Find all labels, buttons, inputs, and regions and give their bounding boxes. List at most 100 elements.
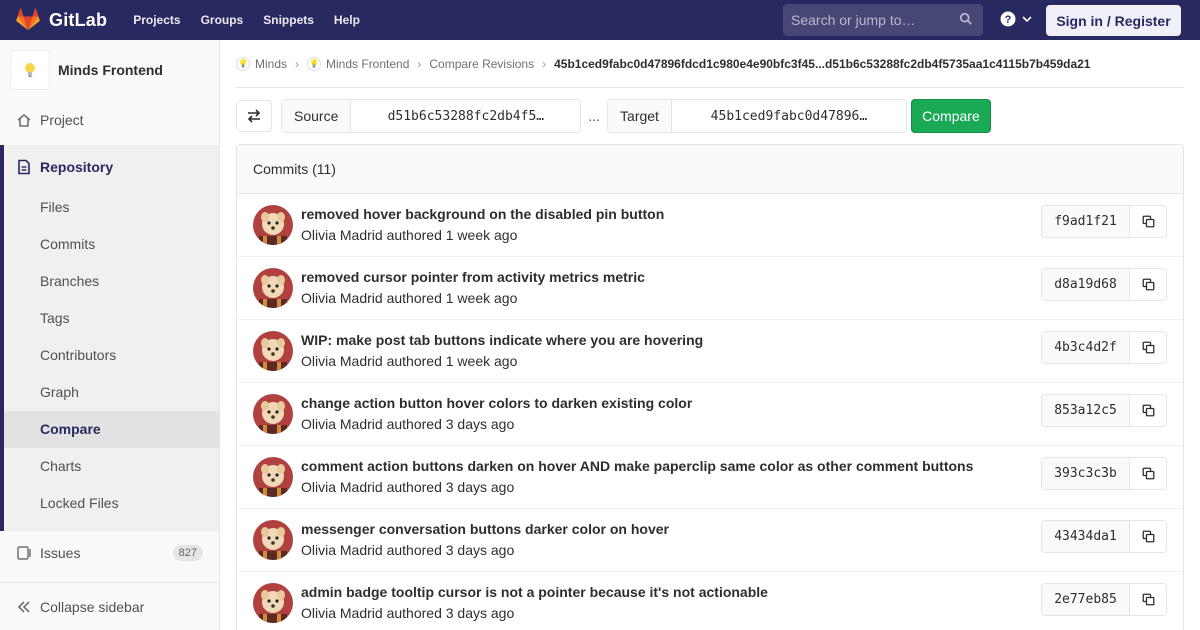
author-avatar[interactable] <box>253 205 293 245</box>
target-ref-input[interactable]: 45b1ced9fabc0d47896… <box>671 100 906 132</box>
source-ref-input[interactable]: d51b6c53288fc2db4f5… <box>351 100 581 132</box>
commit-sha-group: 393c3c3b <box>1041 457 1167 490</box>
copy-sha-button[interactable] <box>1130 206 1166 237</box>
commit-row: WIP: make post tab buttons indicate wher… <box>237 320 1183 383</box>
author-avatar[interactable] <box>253 583 293 623</box>
copy-sha-button[interactable] <box>1130 332 1166 363</box>
commit-sha-link[interactable]: d8a19d68 <box>1042 269 1130 300</box>
search-placeholder: Search or jump to… <box>791 12 916 28</box>
nav-link-snippets[interactable]: Snippets <box>253 0 324 40</box>
commit-author[interactable]: Olivia Madrid <box>301 416 383 432</box>
commit-list: removed hover background on the disabled… <box>237 194 1183 630</box>
commit-time: authored 3 days ago <box>386 416 515 432</box>
swap-arrows-icon <box>247 109 261 123</box>
sidebar-project-header[interactable]: Minds Frontend <box>0 40 219 100</box>
nav-link-groups[interactable]: Groups <box>191 0 254 40</box>
commit-title[interactable]: removed hover background on the disabled… <box>301 206 664 222</box>
breadcrumb-current[interactable]: 45b1ced9fabc0d47896fdcd1c980e4e90bfc3f45… <box>554 57 1090 71</box>
copy-icon <box>1142 404 1154 417</box>
swap-revisions-button[interactable] <box>236 100 272 132</box>
group-avatar-icon: 💡 <box>236 56 250 71</box>
author-avatar[interactable] <box>253 331 293 371</box>
breadcrumb-item-minds[interactable]: 💡 Minds <box>236 56 288 71</box>
commit-author[interactable]: Olivia Madrid <box>301 290 383 306</box>
commit-title[interactable]: WIP: make post tab buttons indicate wher… <box>301 332 703 348</box>
commit-sha-link[interactable]: 2e77eb85 <box>1042 584 1130 615</box>
dog-avatar-icon <box>253 457 293 497</box>
commit-sha-link[interactable]: f9ad1f21 <box>1042 206 1130 237</box>
sidebar-item-compare[interactable]: Compare <box>4 411 219 448</box>
author-avatar[interactable] <box>253 394 293 434</box>
copy-sha-button[interactable] <box>1130 458 1166 489</box>
chevron-right-icon: › <box>542 56 547 71</box>
commit-author[interactable]: Olivia Madrid <box>301 605 383 621</box>
sidebar-item-project[interactable]: Project <box>0 100 219 140</box>
sidebar-project-name: Minds Frontend <box>58 62 163 78</box>
double-chevron-left-icon <box>17 600 30 613</box>
commit-author[interactable]: Olivia Madrid <box>301 542 383 558</box>
commits-panel: Commits (11) removed hover background on… <box>236 144 1184 630</box>
copy-sha-button[interactable] <box>1130 395 1166 426</box>
dog-avatar-icon <box>253 331 293 371</box>
author-avatar[interactable] <box>253 457 293 497</box>
svg-text:?: ? <box>1005 14 1012 26</box>
commit-time: authored 3 days ago <box>386 542 515 558</box>
sidebar-item-tags[interactable]: Tags <box>4 300 219 337</box>
help-dropdown[interactable]: ? <box>1000 11 1032 27</box>
sidebar-item-charts[interactable]: Charts <box>4 448 219 485</box>
commit-sha-group: f9ad1f21 <box>1041 205 1167 238</box>
breadcrumb-item-project[interactable]: 💡 Minds Frontend <box>307 56 409 71</box>
sidebar-item-branches[interactable]: Branches <box>4 263 219 300</box>
commit-row: removed cursor pointer from activity met… <box>237 257 1183 320</box>
commit-title[interactable]: admin badge tooltip cursor is not a poin… <box>301 584 768 600</box>
commit-title[interactable]: messenger conversation buttons darker co… <box>301 521 669 537</box>
compare-button[interactable]: Compare <box>910 99 991 133</box>
breadcrumb-label: Minds <box>255 56 288 71</box>
compare-form: Source d51b6c53288fc2db4f5… ... Target 4… <box>236 99 991 133</box>
copy-sha-button[interactable] <box>1130 584 1166 615</box>
breadcrumb-item-compare-revisions[interactable]: Compare Revisions <box>429 57 534 71</box>
commit-meta: Olivia Madrid authored 3 days ago <box>301 542 514 558</box>
author-avatar[interactable] <box>253 520 293 560</box>
sidebar-item-issues[interactable]: Issues 827 <box>0 533 219 573</box>
nav-link-help[interactable]: Help <box>324 0 370 40</box>
commit-title[interactable]: removed cursor pointer from activity met… <box>301 269 645 285</box>
commit-author[interactable]: Olivia Madrid <box>301 353 383 369</box>
commit-meta: Olivia Madrid authored 3 days ago <box>301 416 514 432</box>
commit-row: messenger conversation buttons darker co… <box>237 509 1183 572</box>
chevron-right-icon: › <box>417 56 422 71</box>
gitlab-logo-link[interactable]: GitLab <box>16 0 107 40</box>
copy-sha-button[interactable] <box>1130 521 1166 552</box>
copy-icon <box>1142 530 1154 543</box>
commit-sha-link[interactable]: 393c3c3b <box>1042 458 1130 489</box>
collapse-sidebar-button[interactable]: Collapse sidebar <box>0 582 219 630</box>
sidebar-item-contributors[interactable]: Contributors <box>4 337 219 374</box>
copy-sha-button[interactable] <box>1130 269 1166 300</box>
chevron-right-icon: › <box>295 56 300 71</box>
commit-meta: Olivia Madrid authored 1 week ago <box>301 227 517 243</box>
author-avatar[interactable] <box>253 268 293 308</box>
commit-author[interactable]: Olivia Madrid <box>301 227 383 243</box>
commit-title[interactable]: comment action buttons darken on hover A… <box>301 458 973 474</box>
sign-in-button[interactable]: Sign in / Register <box>1046 5 1181 36</box>
nav-link-projects[interactable]: Projects <box>123 0 190 40</box>
sidebar-item-files[interactable]: Files <box>4 189 219 226</box>
search-input[interactable]: Search or jump to… <box>783 4 983 36</box>
commit-sha-link[interactable]: 853a12c5 <box>1042 395 1130 426</box>
target-ref-group: Target 45b1ced9fabc0d47896… <box>607 99 907 133</box>
sidebar-item-graph[interactable]: Graph <box>4 374 219 411</box>
commit-title[interactable]: change action button hover colors to dar… <box>301 395 692 411</box>
commit-author[interactable]: Olivia Madrid <box>301 479 383 495</box>
commit-sha-link[interactable]: 4b3c4d2f <box>1042 332 1130 363</box>
project-avatar-icon: 💡 <box>307 56 322 71</box>
sidebar-item-locked-files[interactable]: Locked Files <box>4 485 219 522</box>
commit-time: authored 1 week ago <box>386 353 518 369</box>
commit-time: authored 1 week ago <box>386 290 518 306</box>
copy-icon <box>1142 593 1154 606</box>
compare-separator: ... <box>588 108 601 124</box>
gitlab-tanuki-icon <box>16 8 40 30</box>
sidebar-item-commits[interactable]: Commits <box>4 226 219 263</box>
source-label: Source <box>282 100 352 132</box>
sidebar-item-repository[interactable]: Repository <box>4 145 219 189</box>
commit-sha-link[interactable]: 43434da1 <box>1042 521 1130 552</box>
